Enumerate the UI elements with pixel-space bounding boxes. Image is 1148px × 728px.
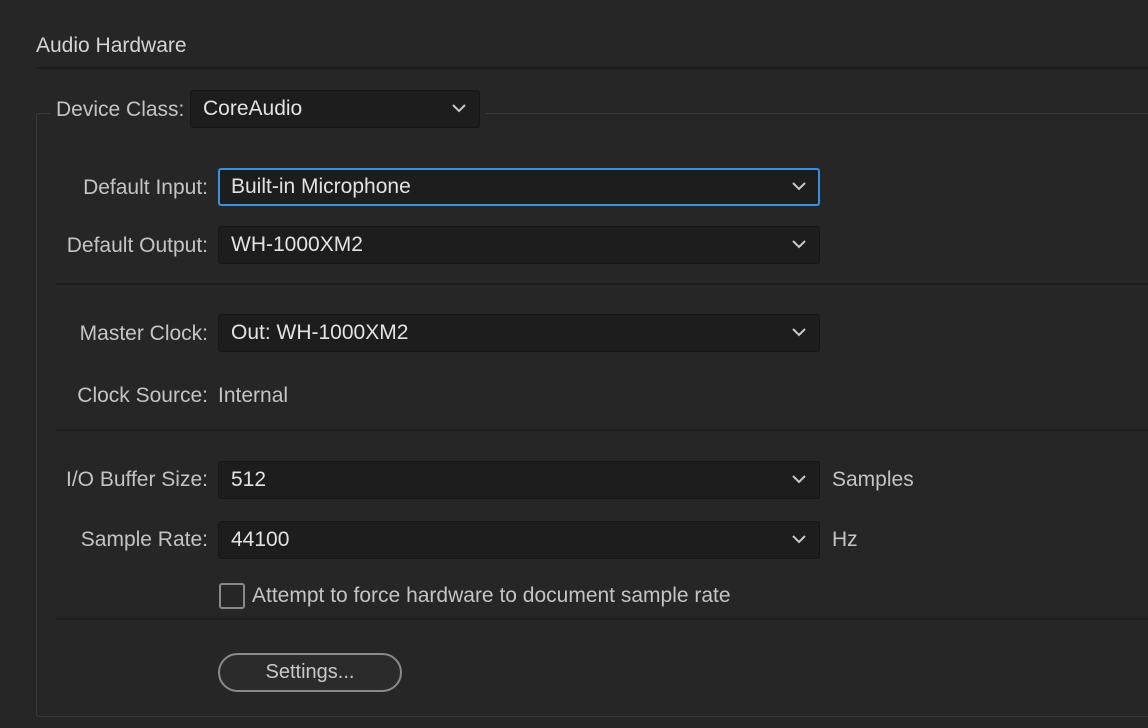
chevron-down-icon bbox=[452, 104, 466, 113]
default-output-dropdown[interactable]: WH-1000XM2 bbox=[218, 226, 820, 264]
force-sample-rate-checkbox[interactable] bbox=[219, 583, 245, 609]
section-divider bbox=[56, 283, 1148, 285]
default-input-value: Built-in Microphone bbox=[231, 175, 411, 198]
buffer-size-label: I/O Buffer Size: bbox=[65, 468, 208, 491]
section-title: Audio Hardware bbox=[36, 34, 187, 57]
default-output-value: WH-1000XM2 bbox=[231, 233, 363, 256]
chevron-down-icon bbox=[792, 328, 806, 337]
section-divider bbox=[56, 618, 1148, 620]
chevron-down-icon bbox=[792, 182, 806, 191]
default-output-label: Default Output: bbox=[66, 234, 208, 257]
default-input-label: Default Input: bbox=[83, 176, 208, 199]
buffer-size-unit: Samples bbox=[832, 468, 914, 491]
chevron-down-icon bbox=[792, 535, 806, 544]
sample-rate-dropdown[interactable]: 44100 bbox=[218, 521, 820, 559]
master-clock-value: Out: WH-1000XM2 bbox=[231, 321, 409, 344]
section-divider bbox=[56, 429, 1148, 431]
clock-source-label: Clock Source: bbox=[77, 384, 208, 407]
master-clock-label: Master Clock: bbox=[79, 322, 208, 345]
default-input-dropdown[interactable]: Built-in Microphone bbox=[218, 168, 820, 206]
buffer-size-value: 512 bbox=[231, 468, 267, 491]
chevron-down-icon bbox=[792, 240, 806, 249]
settings-button[interactable]: Settings... bbox=[218, 653, 402, 692]
sample-rate-unit: Hz bbox=[832, 528, 858, 551]
device-class-dropdown[interactable]: CoreAudio bbox=[190, 90, 480, 128]
master-clock-dropdown[interactable]: Out: WH-1000XM2 bbox=[218, 314, 820, 352]
sample-rate-label: Sample Rate: bbox=[80, 528, 208, 551]
buffer-size-dropdown[interactable]: 512 bbox=[218, 461, 820, 499]
device-class-label: Device Class: bbox=[56, 98, 185, 121]
audio-hardware-preferences: Audio Hardware Device Class: CoreAudio D… bbox=[0, 0, 1148, 728]
clock-source-value: Internal bbox=[218, 384, 289, 407]
device-class-value: CoreAudio bbox=[203, 97, 303, 120]
force-sample-rate-label[interactable]: Attempt to force hardware to document sa… bbox=[252, 583, 731, 609]
section-title-divider bbox=[36, 67, 1148, 69]
sample-rate-value: 44100 bbox=[231, 528, 290, 551]
chevron-down-icon bbox=[792, 475, 806, 484]
